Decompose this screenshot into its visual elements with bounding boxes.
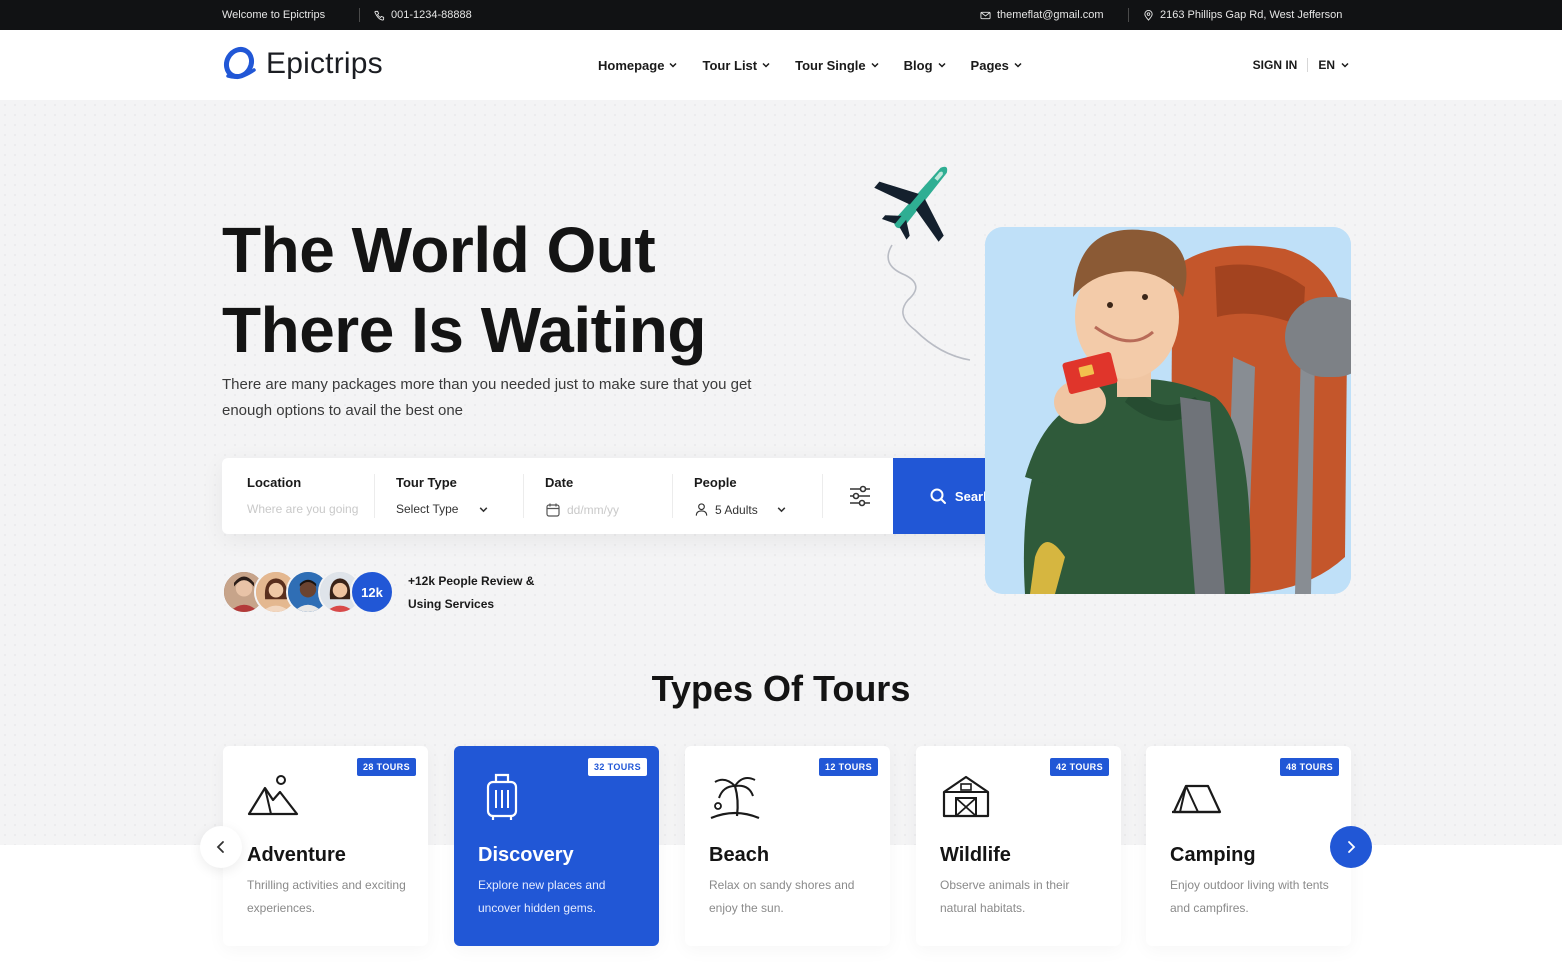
nav-tour-single[interactable]: Tour Single xyxy=(795,58,880,73)
tour-type-field[interactable]: Tour Type Select Type xyxy=(396,458,506,534)
people-select[interactable]: 5 Adults xyxy=(694,502,787,517)
chevron-down-icon xyxy=(669,62,677,68)
palm-tree-icon xyxy=(710,777,760,820)
nav-blog[interactable]: Blog xyxy=(904,58,947,73)
topbar-email[interactable]: themeflat@gmail.com xyxy=(980,0,1104,30)
date-field[interactable]: Date dd/mm/yy xyxy=(545,458,655,534)
main-nav: Homepage Tour List Tour Single Blog Page… xyxy=(598,30,1047,100)
hero-image-card xyxy=(985,227,1351,594)
mountain-icon xyxy=(247,775,299,816)
carousel-next-button[interactable] xyxy=(1330,826,1372,868)
brand-name: Epictrips xyxy=(266,47,383,80)
traveler-photo xyxy=(985,227,1351,594)
tour-count-badge: 32 TOURS xyxy=(587,758,647,776)
language-selector[interactable]: EN xyxy=(1318,58,1350,72)
chevron-down-icon xyxy=(1341,62,1349,68)
tour-count-badge: 12 TOURS xyxy=(818,758,878,776)
tour-card-beach[interactable]: 12 TOURS Beach Relax on sandy shores and… xyxy=(685,746,890,946)
tour-type-select[interactable]: Select Type xyxy=(396,502,489,516)
barn-icon xyxy=(942,775,990,818)
sign-in-link[interactable]: SIGN IN xyxy=(1253,58,1298,72)
divider xyxy=(523,474,524,518)
topbar-phone[interactable]: 001-1234-88888 xyxy=(374,0,472,30)
divider xyxy=(374,474,375,518)
tour-card-adventure[interactable]: 28 TOURS Adventure Thrilling activities … xyxy=(223,746,428,946)
review-text: +12k People Review & Using Services xyxy=(408,574,535,611)
tour-count-badge: 28 TOURS xyxy=(356,758,416,776)
airplane-illustration xyxy=(874,166,971,361)
chevron-down-icon xyxy=(871,62,879,68)
header-actions: SIGN IN EN xyxy=(1253,30,1350,100)
luggage-icon xyxy=(486,773,518,820)
divider xyxy=(672,474,673,518)
main-header: Epictrips Homepage Tour List Tour Single… xyxy=(0,30,1562,100)
chevron-left-icon xyxy=(216,841,224,853)
chevron-down-icon xyxy=(1014,62,1022,68)
top-bar: Welcome to Epictrips 001-1234-88888 them… xyxy=(0,0,1562,30)
topbar-address[interactable]: 2163 Phillips Gap Rd, West Jefferson xyxy=(1143,0,1342,30)
chevron-down-icon xyxy=(762,62,770,68)
carousel-prev-button[interactable] xyxy=(200,826,242,868)
nav-homepage[interactable]: Homepage xyxy=(598,58,678,73)
tour-card-discovery[interactable]: 32 TOURS Discovery Explore new places an… xyxy=(454,746,659,946)
chevron-down-icon xyxy=(480,506,488,512)
location-input[interactable]: Where are you going xyxy=(247,502,358,516)
user-icon xyxy=(695,503,708,516)
search-icon xyxy=(930,488,946,504)
nav-pages[interactable]: Pages xyxy=(971,58,1023,73)
divider xyxy=(359,8,360,22)
chevron-right-icon xyxy=(1348,841,1356,853)
chevron-down-icon xyxy=(777,507,786,513)
chevron-down-icon xyxy=(938,62,946,68)
tour-card-wildlife[interactable]: 42 TOURS Wildlife Observe animals in the… xyxy=(916,746,1121,946)
sliders-icon xyxy=(850,485,870,507)
divider xyxy=(1128,8,1129,22)
divider xyxy=(822,474,823,518)
filter-button[interactable] xyxy=(844,480,876,512)
calendar-icon xyxy=(546,503,560,517)
tour-count-badge: 48 TOURS xyxy=(1279,758,1339,776)
tours-section-title: Types Of Tours xyxy=(651,668,911,709)
logo-icon xyxy=(223,46,256,80)
hero-subtitle: There are many packages more than you ne… xyxy=(222,376,752,419)
nav-tour-list[interactable]: Tour List xyxy=(702,58,771,73)
date-input[interactable]: dd/mm/yy xyxy=(545,502,619,518)
tour-search-bar: Location Where are you going Tour Type S… xyxy=(222,458,1027,534)
tour-count-badge: 42 TOURS xyxy=(1049,758,1109,776)
tour-card-camping[interactable]: 48 TOURS Camping Enjoy outdoor living wi… xyxy=(1146,746,1351,946)
hero-title: The World Out There Is Waiting xyxy=(222,214,706,366)
location-field[interactable]: Location Where are you going xyxy=(247,458,372,534)
mail-icon xyxy=(980,11,991,19)
brand-logo[interactable]: Epictrips xyxy=(222,46,383,82)
welcome-text: Welcome to Epictrips xyxy=(222,9,326,21)
review-count-badge: 12k xyxy=(350,570,394,614)
map-pin-icon xyxy=(1144,9,1153,21)
tent-icon xyxy=(1172,784,1222,814)
people-field[interactable]: People 5 Adults xyxy=(694,458,814,534)
phone-icon xyxy=(374,10,385,21)
divider xyxy=(1307,58,1309,72)
